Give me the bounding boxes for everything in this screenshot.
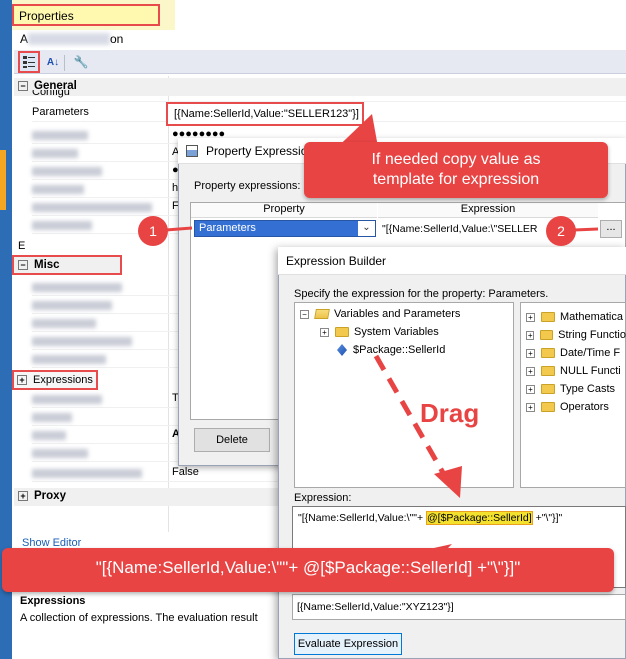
callout-line: template for expression [372,171,540,188]
callout-copy-value: If needed copy value as template for expr… [304,142,608,198]
drag-arrow-head [434,466,462,498]
badge-1-connector [165,226,193,232]
step-badge-2: 2 [546,216,576,246]
callout-final-expression: "[{Name:SellerId,Value:\""+ @[$Package::… [2,548,614,592]
badge-2-connector [573,227,599,232]
drag-annotation-label: Drag [420,398,480,428]
callout-line: If needed copy value as [371,151,541,168]
step-badge-1: 1 [138,216,168,246]
